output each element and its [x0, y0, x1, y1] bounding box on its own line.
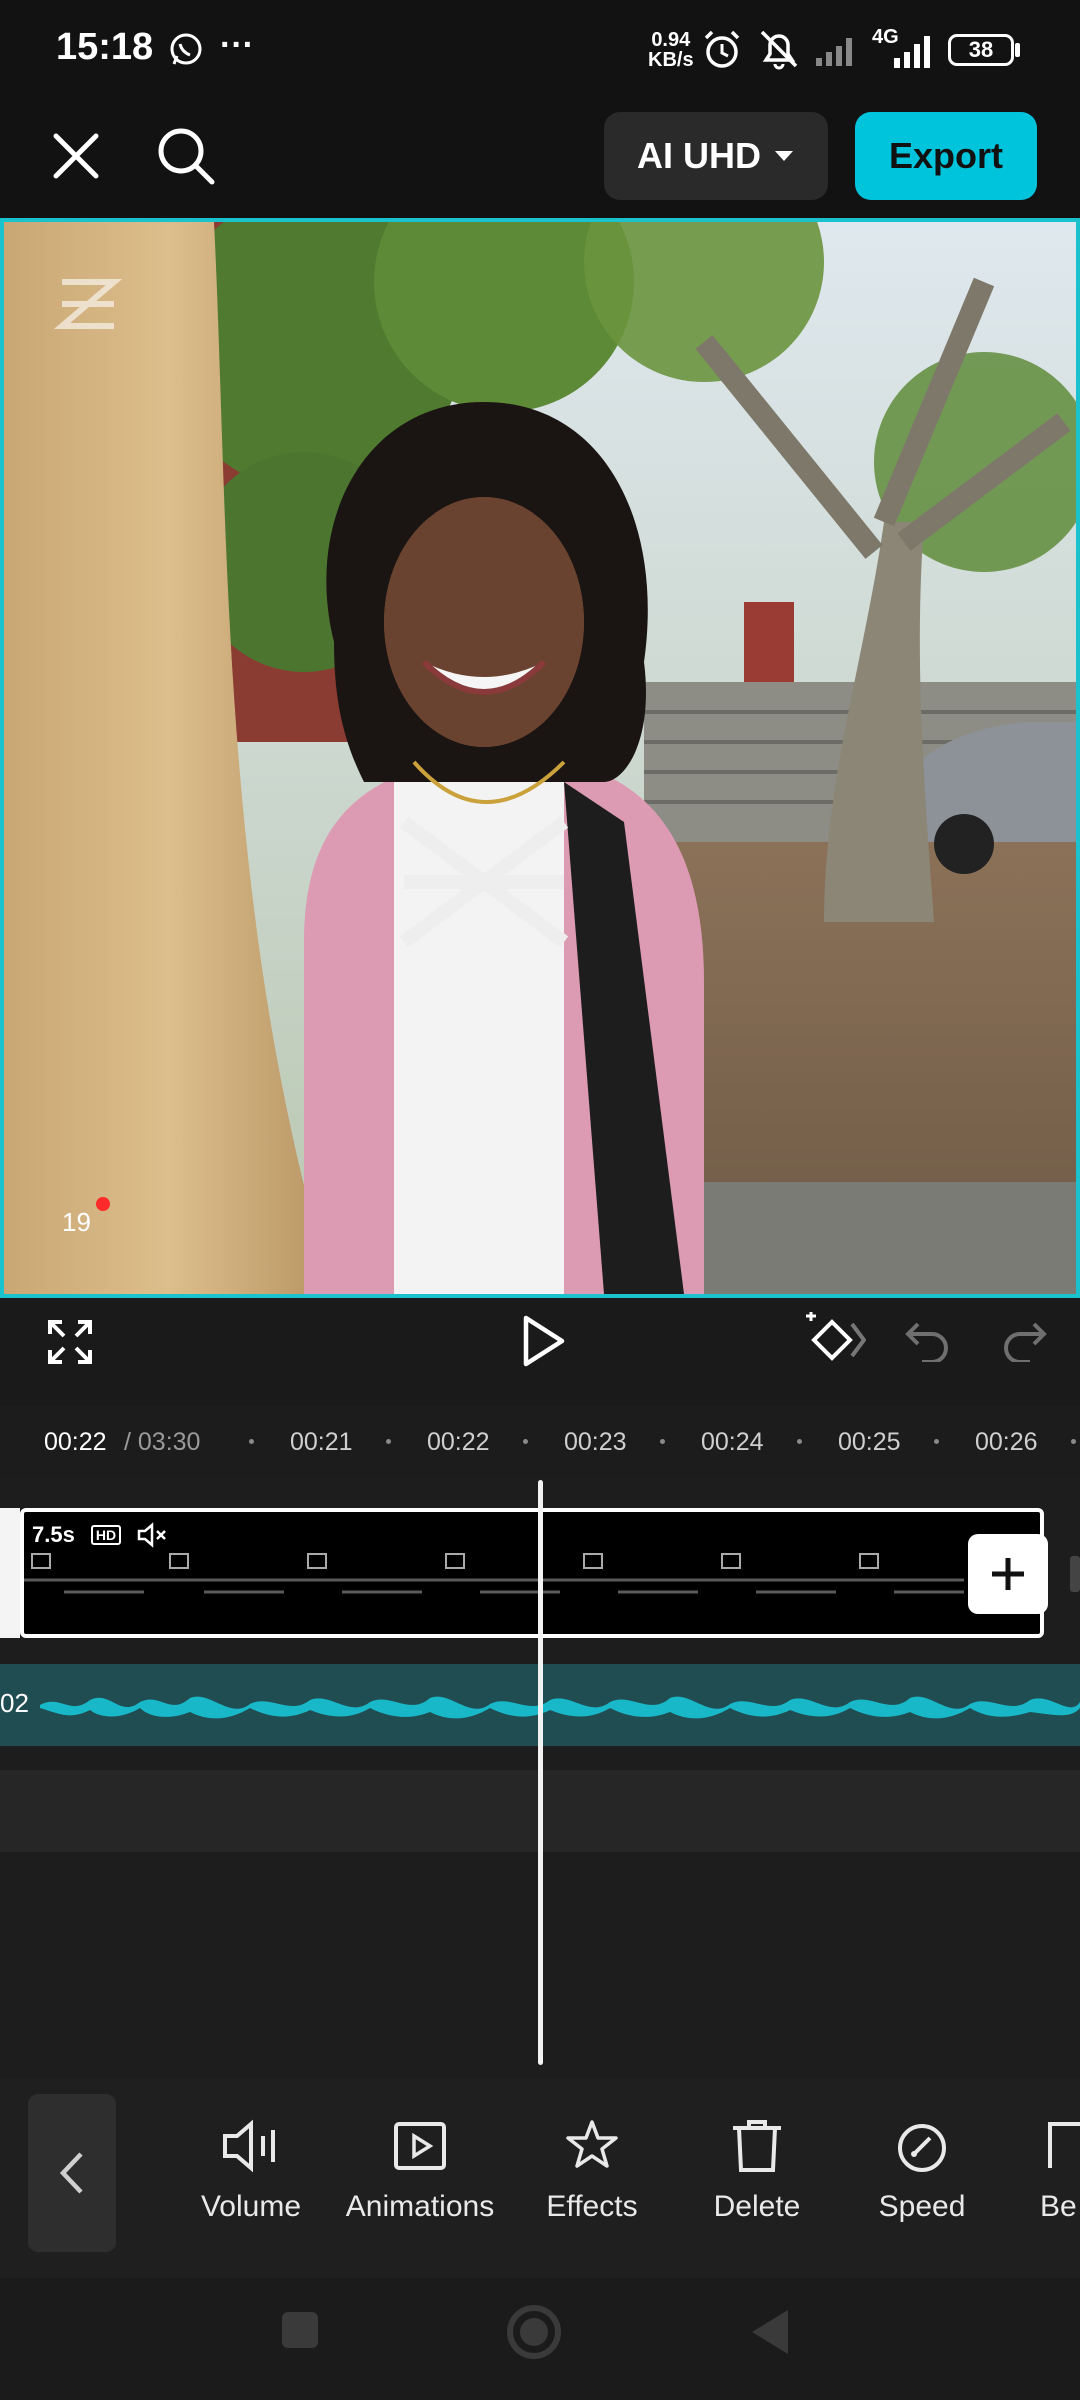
speed-icon: [898, 2124, 946, 2172]
search-icon[interactable]: [154, 124, 218, 188]
play-icon[interactable]: [518, 1314, 568, 1368]
net-speed-unit: KB/s: [648, 49, 694, 71]
whatsapp-icon: [170, 33, 202, 65]
playhead[interactable]: [538, 1480, 543, 2065]
ruler-dot: [1071, 1439, 1076, 1444]
animations-icon: [394, 2122, 446, 2170]
more-notifications-icon: ···: [220, 26, 254, 64]
video-clip-track[interactable]: 7.5s HD: [20, 1508, 1044, 1638]
preview-frame-image: [4, 222, 1076, 1294]
ruler-dot: [523, 1439, 528, 1444]
undo-icon[interactable]: [904, 1318, 952, 1362]
volume-icon: [223, 2119, 275, 2173]
toolbar-back-button[interactable]: [28, 2094, 116, 2252]
tool-animations[interactable]: Animations: [330, 2118, 510, 2224]
tool-effects-label: Effects: [546, 2190, 638, 2223]
ruler-tick: 00:24: [701, 1428, 764, 1456]
redo-icon[interactable]: [1000, 1318, 1048, 1362]
beats-icon: [1048, 2122, 1080, 2168]
ruler-dot: [660, 1439, 665, 1444]
ruler-tick: 00:25: [838, 1428, 901, 1456]
clip-left-edge: [0, 1508, 20, 1638]
back-nav-button[interactable]: [748, 2306, 792, 2358]
caret-down-icon: [775, 151, 793, 161]
tool-beats-label: Be: [1040, 2190, 1077, 2223]
add-keyframe-icon[interactable]: [802, 1312, 866, 1368]
alarm-icon: [704, 30, 740, 68]
tool-volume-label: Volume: [200, 2190, 302, 2223]
battery-level: 38: [968, 37, 994, 62]
tool-animations-label: Animations: [345, 2190, 495, 2223]
ruler-tick: 00:21: [290, 1428, 353, 1456]
battery-indicator: 38: [948, 34, 1014, 66]
frame-counter: 19: [62, 1207, 91, 1237]
export-button[interactable]: Export: [855, 112, 1037, 200]
delete-icon: [733, 2120, 781, 2172]
plus-icon: [992, 1558, 1024, 1590]
net-speed: 0.94 KB/s: [648, 30, 694, 70]
ruler-dot: [797, 1439, 802, 1444]
effects-icon: [566, 2120, 618, 2168]
resolution-label: AI UHD: [637, 135, 761, 176]
tool-speed[interactable]: Speed: [832, 2118, 1012, 2224]
mute-bell-icon: [760, 30, 798, 70]
ruler-tick: 00:22: [427, 1428, 490, 1456]
tool-effects[interactable]: Effects: [502, 2118, 682, 2224]
recent-apps-button[interactable]: [282, 2312, 318, 2348]
chevron-left-icon: [59, 2152, 83, 2194]
ruler-tick: 00:26: [975, 1428, 1038, 1456]
ruler-dot: [386, 1439, 391, 1444]
ruler-dot: [249, 1439, 254, 1444]
ruler-dot: [934, 1439, 939, 1444]
tool-beats[interactable]: Be: [1040, 2118, 1080, 2224]
recording-dot: [96, 1197, 110, 1211]
audio-label: 02: [0, 1688, 29, 1718]
clip-thumbnails: [24, 1553, 964, 1594]
add-clip-button[interactable]: [968, 1534, 1048, 1614]
fullscreen-icon[interactable]: [46, 1318, 94, 1366]
video-preview[interactable]: 19: [0, 218, 1080, 1298]
current-time: 00:22: [44, 1428, 107, 1456]
resolution-dropdown[interactable]: AI UHD: [604, 112, 828, 200]
tool-volume[interactable]: Volume: [161, 2118, 341, 2224]
tool-delete[interactable]: Delete: [667, 2118, 847, 2224]
net-speed-value: 0.94: [651, 29, 691, 51]
total-time: / 03:30: [124, 1428, 201, 1456]
signal-2-icon: [894, 36, 930, 68]
next-clip-edge: [1070, 1556, 1080, 1592]
signal-1-icon: [816, 38, 852, 66]
battery-tip: [1015, 43, 1020, 57]
close-icon[interactable]: [48, 128, 104, 184]
status-time: 15:18: [56, 26, 154, 68]
ruler-tick: 00:23: [564, 1428, 627, 1456]
timeline-ruler[interactable]: 00:22 / 03:30 00:21 00:22 00:23 00:24 00…: [0, 1406, 1080, 1476]
home-button[interactable]: [506, 2304, 562, 2360]
tool-delete-label: Delete: [713, 2190, 801, 2223]
tool-speed-label: Speed: [878, 2190, 966, 2223]
